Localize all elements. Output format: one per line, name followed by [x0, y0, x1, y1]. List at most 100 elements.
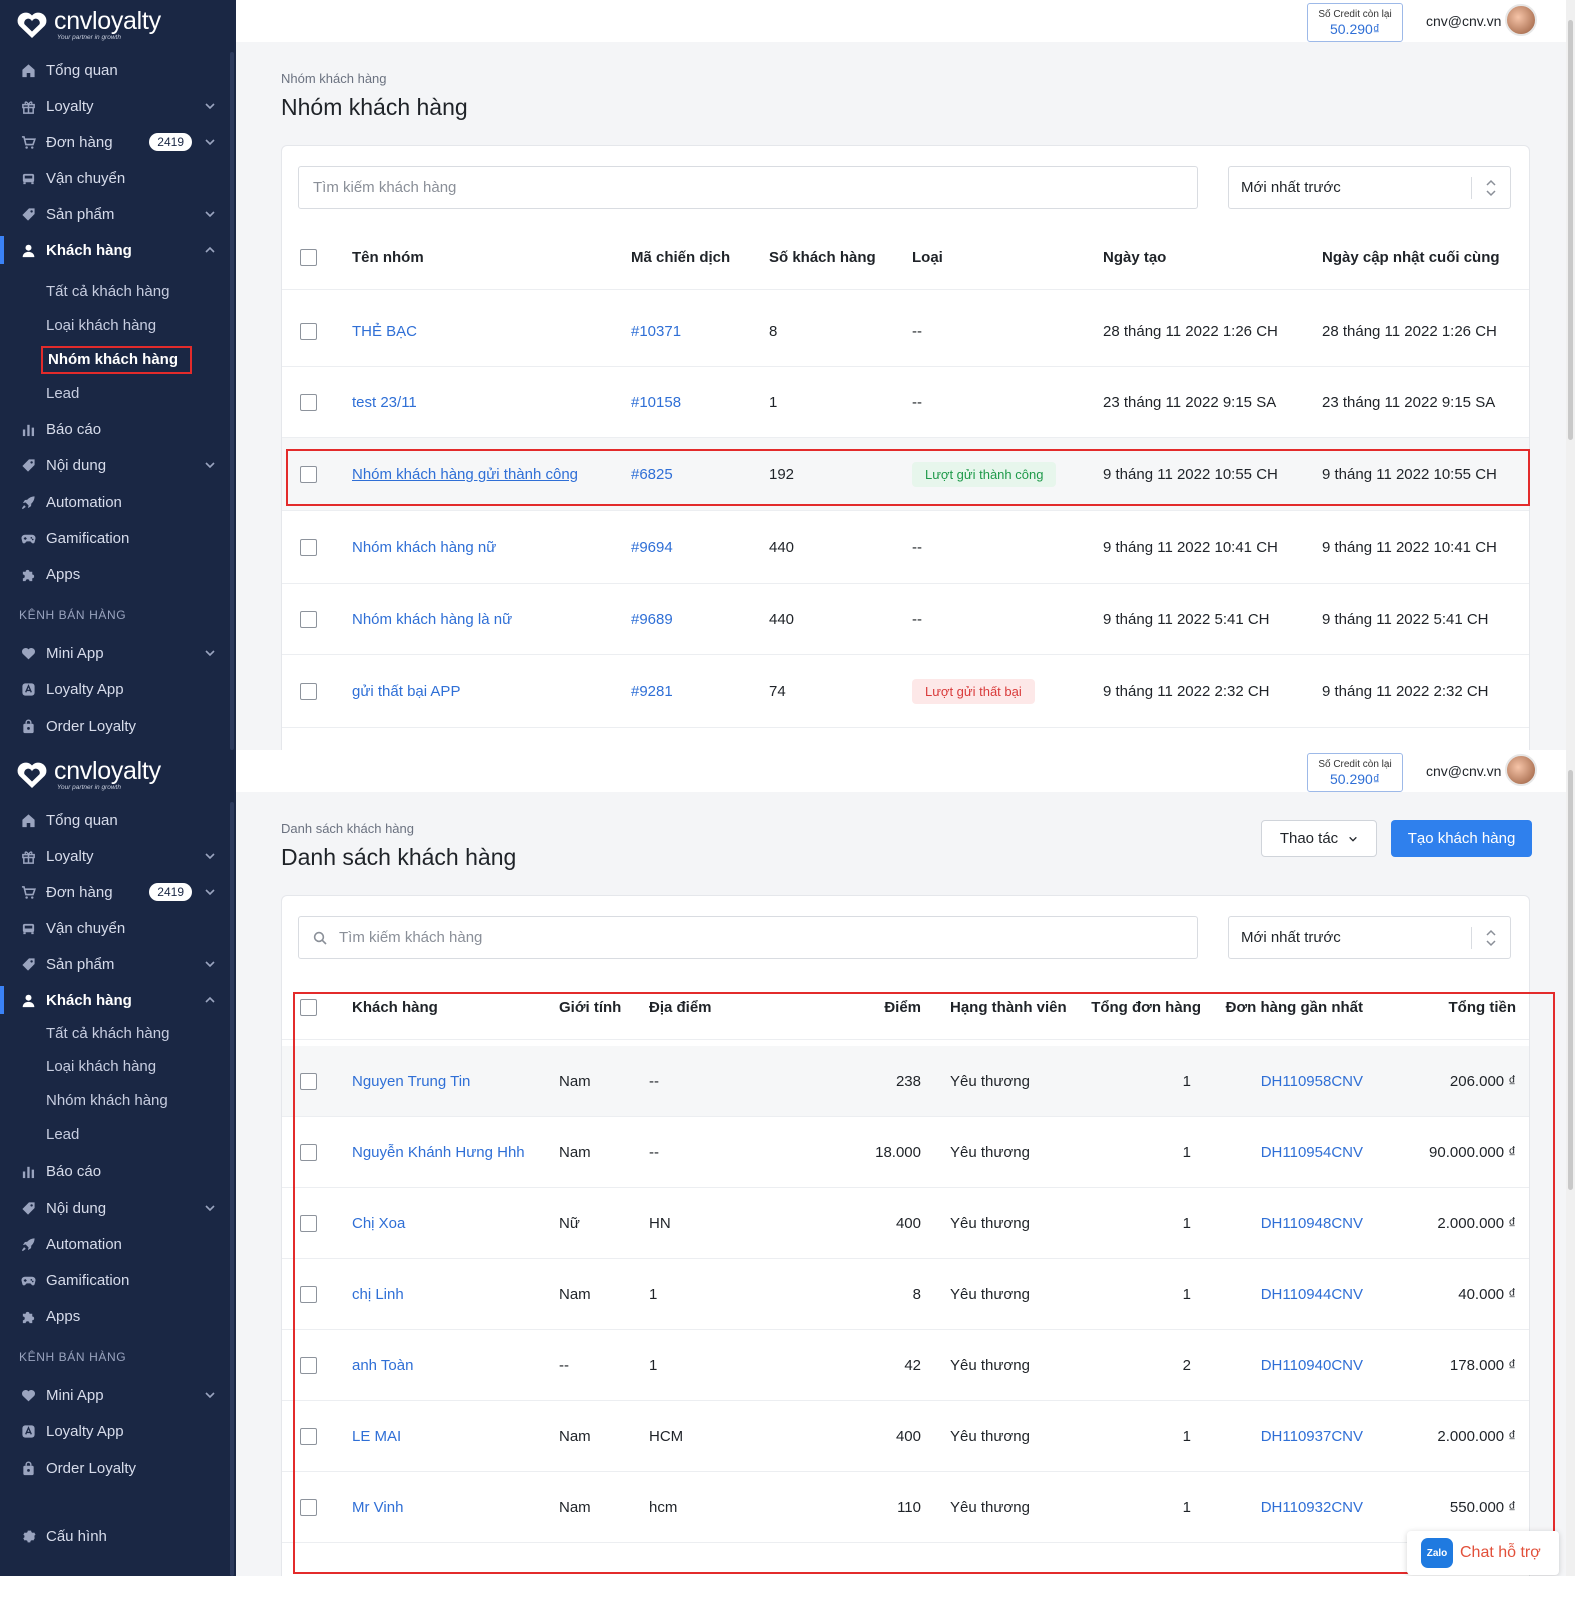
last-order-link[interactable]: DH110944CNV: [1212, 1259, 1363, 1329]
last-order-link[interactable]: DH110954CNV: [1212, 1117, 1363, 1187]
user-email[interactable]: cnv@cnv.vn: [1426, 13, 1501, 29]
row-checkbox[interactable]: [300, 1356, 317, 1374]
avatar[interactable]: [1505, 754, 1537, 786]
sidebar-item-automation[interactable]: Automation: [0, 1226, 232, 1262]
row-checkbox[interactable]: [300, 465, 317, 483]
table-row[interactable]: Nhóm khách hàng nữ #9694 440 -- 9 tháng …: [282, 511, 1529, 584]
sidebar-item-mini-app[interactable]: Mini App: [0, 635, 232, 671]
group-name-link[interactable]: Nhóm khách hàng là nữ: [352, 584, 512, 654]
sidebar-item-reports[interactable]: Báo cáo: [0, 1153, 232, 1189]
col-last-order[interactable]: Đơn hàng gần nhất: [1212, 976, 1363, 1039]
col-type[interactable]: Loại: [912, 226, 943, 289]
breadcrumb[interactable]: Nhóm khách hàng: [281, 71, 387, 86]
campaign-link[interactable]: #10158: [631, 367, 681, 437]
customer-name-link[interactable]: anh Toàn: [352, 1330, 413, 1400]
sidebar-item-order-loyalty[interactable]: Order Loyalty: [0, 708, 232, 744]
col-updated-date[interactable]: Ngày cập nhật cuối cùng: [1322, 226, 1500, 289]
sidebar-item-settings[interactable]: Cấu hình: [0, 1518, 232, 1554]
sort-select[interactable]: Mới nhất trước: [1228, 916, 1511, 959]
row-checkbox[interactable]: [300, 322, 317, 340]
sidebar-item-gamification[interactable]: Gamification: [0, 520, 232, 556]
sidebar-item-loyalty[interactable]: Loyalty: [0, 88, 232, 124]
customer-name-link[interactable]: Mr Vinh: [352, 1472, 403, 1542]
table-row[interactable]: Nhóm khách hàng là nữ #9689 440 -- 9 thá…: [282, 584, 1529, 655]
customer-name-link[interactable]: chị Linh: [352, 1259, 404, 1329]
sidebar-subitem-customer-groups[interactable]: Nhóm khách hàng: [41, 346, 192, 374]
campaign-link[interactable]: #6825: [631, 438, 673, 510]
table-row[interactable]: chị Linh Nam 1 8 Yêu thương 1 DH110944CN…: [282, 1259, 1529, 1330]
sidebar-subitem-all-customers[interactable]: Tất cả khách hàng: [46, 279, 169, 305]
customer-name-link[interactable]: Nguyễn Khánh Hưng Hhh: [352, 1117, 525, 1187]
row-checkbox[interactable]: [300, 1285, 317, 1303]
sidebar-subitem-all-customers[interactable]: Tất cả khách hàng: [46, 1021, 169, 1047]
col-created-date[interactable]: Ngày tạo: [1103, 226, 1166, 289]
breadcrumb[interactable]: Danh sách khách hàng: [281, 821, 414, 836]
sidebar-item-reports[interactable]: Báo cáo: [0, 411, 232, 447]
col-total-amount[interactable]: Tổng tiền: [1382, 976, 1517, 1039]
campaign-link[interactable]: #9281: [631, 655, 673, 727]
sidebar-item-order-loyalty[interactable]: Order Loyalty: [0, 1450, 232, 1486]
sidebar-item-shipping[interactable]: Vận chuyển: [0, 910, 232, 946]
select-all-checkbox[interactable]: [300, 999, 317, 1016]
group-name-link[interactable]: gửi thất bại APP: [352, 655, 460, 727]
campaign-link[interactable]: #9694: [631, 511, 673, 583]
table-row[interactable]: Chị Xoa Nữ HN 400 Yêu thương 1 DH110948C…: [282, 1188, 1529, 1259]
sidebar-item-orders[interactable]: Đơn hàng 2419: [0, 124, 232, 160]
search-input[interactable]: Tìm kiếm khách hàng: [298, 166, 1198, 209]
sidebar-item-content[interactable]: Nội dung: [0, 447, 232, 483]
col-campaign-code[interactable]: Mã chiến dịch: [631, 226, 730, 289]
last-order-link[interactable]: DH110937CNV: [1212, 1401, 1363, 1471]
sidebar-subitem-customer-groups[interactable]: Nhóm khách hàng: [46, 1088, 168, 1114]
group-name-link[interactable]: THẺ BẠC: [352, 296, 417, 366]
actions-dropdown-button[interactable]: Thao tác: [1261, 820, 1377, 857]
col-total-orders[interactable]: Tổng đơn hàng: [1072, 976, 1201, 1039]
page-scrollbar[interactable]: [1566, 0, 1575, 750]
sidebar-item-gamification[interactable]: Gamification: [0, 1262, 232, 1298]
page-scrollbar[interactable]: [1566, 750, 1575, 1576]
row-checkbox[interactable]: [300, 1427, 317, 1445]
sidebar-subitem-customer-types[interactable]: Loại khách hàng: [46, 313, 156, 339]
sidebar-item-content[interactable]: Nội dung: [0, 1190, 232, 1226]
avatar[interactable]: [1505, 4, 1537, 36]
sidebar-item-loyalty-app[interactable]: Loyalty App: [0, 671, 232, 707]
row-checkbox[interactable]: [300, 1143, 317, 1161]
row-checkbox[interactable]: [300, 1498, 317, 1516]
row-checkbox[interactable]: [300, 1214, 317, 1232]
col-customer[interactable]: Khách hàng: [352, 976, 438, 1039]
last-order-link[interactable]: DH110948CNV: [1212, 1188, 1363, 1258]
sidebar-item-customers[interactable]: Khách hàng: [0, 232, 232, 268]
col-group-name[interactable]: Tên nhóm: [352, 226, 424, 289]
table-row[interactable]: Nhóm khách hàng gửi thành công #6825 192…: [282, 438, 1529, 511]
customer-name-link[interactable]: Chị Xoa: [352, 1188, 405, 1258]
table-row[interactable]: Nguyễn Khánh Hưng Hhh Nam -- 18.000 Yêu …: [282, 1117, 1529, 1188]
sidebar-item-products[interactable]: Sản phẩm: [0, 196, 232, 232]
row-checkbox[interactable]: [300, 610, 317, 628]
table-row[interactable]: anh Toàn -- 1 42 Yêu thương 2 DH110940CN…: [282, 1330, 1529, 1401]
sidebar-subitem-customer-types[interactable]: Loại khách hàng: [46, 1054, 156, 1080]
group-name-link[interactable]: Nhóm khách hàng gửi thành công: [352, 438, 578, 510]
table-row[interactable]: THẺ BẠC #10371 8 -- 28 tháng 11 2022 1:2…: [282, 296, 1529, 367]
col-location[interactable]: Địa điểm: [649, 976, 712, 1039]
sidebar-item-orders[interactable]: Đơn hàng 2419: [0, 874, 232, 910]
group-name-link[interactable]: Nhóm khách hàng nữ: [352, 511, 496, 583]
row-checkbox[interactable]: [300, 393, 317, 411]
sidebar-item-automation[interactable]: Automation: [0, 484, 232, 520]
sidebar-subitem-lead[interactable]: Lead: [46, 1122, 79, 1148]
last-order-link[interactable]: DH110958CNV: [1212, 1046, 1363, 1116]
sidebar-item-loyalty-app[interactable]: Loyalty App: [0, 1413, 232, 1449]
sidebar-subitem-lead[interactable]: Lead: [46, 381, 79, 407]
sidebar-item-mini-app[interactable]: Mini App: [0, 1377, 232, 1413]
select-all-checkbox[interactable]: [300, 249, 317, 266]
user-email[interactable]: cnv@cnv.vn: [1426, 763, 1501, 779]
sidebar-item-apps[interactable]: Apps: [0, 556, 232, 592]
sidebar-item-loyalty[interactable]: Loyalty: [0, 838, 232, 874]
sidebar-item-overview[interactable]: Tổng quan: [0, 802, 232, 838]
table-row[interactable]: LE MAI Nam HCM 400 Yêu thương 1 DH110937…: [282, 1401, 1529, 1472]
sort-select[interactable]: Mới nhất trước: [1228, 166, 1511, 209]
create-customer-button[interactable]: Tạo khách hàng: [1391, 820, 1532, 857]
last-order-link[interactable]: DH110940CNV: [1212, 1330, 1363, 1400]
group-name-link[interactable]: test 23/11: [352, 367, 417, 437]
sidebar-item-customers[interactable]: Khách hàng: [0, 982, 232, 1018]
last-order-link[interactable]: DH110932CNV: [1212, 1472, 1363, 1542]
col-gender[interactable]: Giới tính: [559, 976, 621, 1039]
